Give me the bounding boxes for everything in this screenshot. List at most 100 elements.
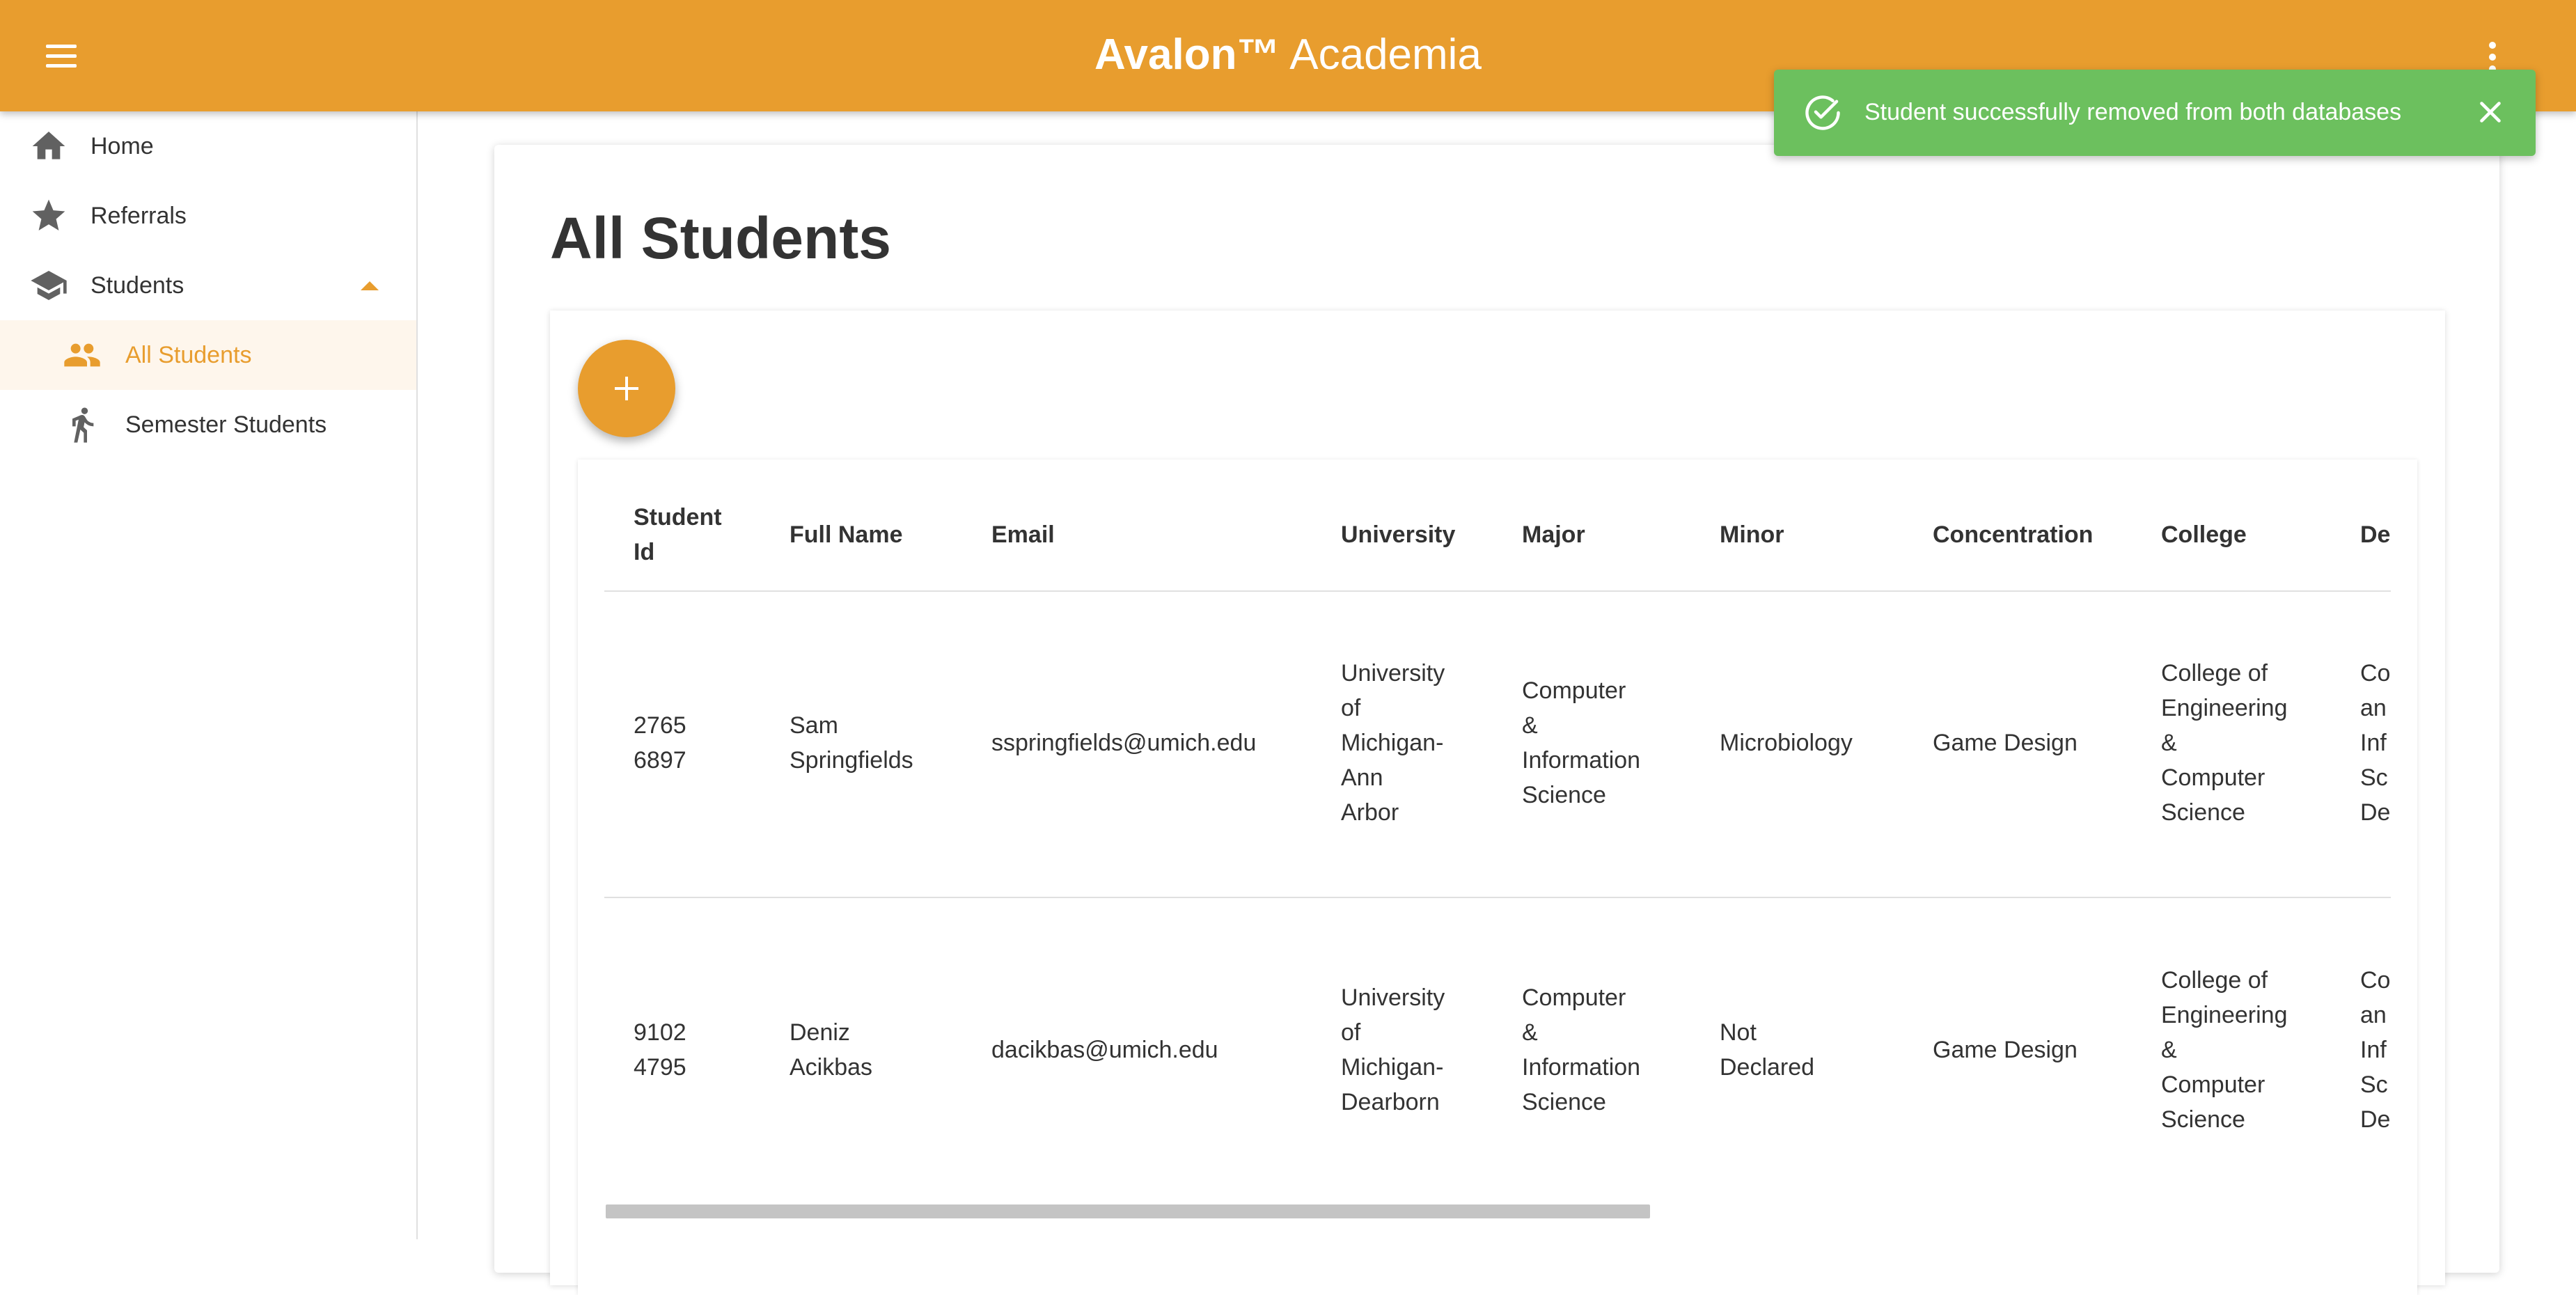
column-header-minor[interactable]: Minor [1720,517,1784,552]
cell-text: 4795 [634,1054,686,1081]
cell-minor: Not Declared [1720,1015,1814,1085]
cell-text: De [2360,799,2391,826]
cell-text: College of [2161,967,2268,994]
check-circle-icon [1805,95,1840,130]
cell-text: an [2360,695,2387,721]
cell-text: Co [2360,967,2391,994]
sidebar-item-label: Referrals [91,202,187,229]
toast-message: Student successfully removed from both d… [1864,99,2402,125]
cell-minor: Microbiology [1720,725,1853,760]
sidebar-item-label: Semester Students [125,411,327,438]
add-student-button[interactable] [578,340,675,437]
column-header-college[interactable]: College [2161,517,2247,552]
cell-text: Sc [2360,764,2388,791]
cell-full-name: Sam Springfields [790,708,913,778]
chevron-up-icon[interactable] [361,281,379,290]
cell-text: Engineering [2161,1002,2288,1028]
divider [604,590,2391,592]
cell-text: Information [1522,747,1641,774]
cell-text: & [1522,1019,1538,1046]
cell-text: & [1522,712,1538,739]
cell-text: & [2161,730,2177,756]
cell-text: Science [2161,799,2245,826]
sidebar: Home Referrals Students All Students Sem… [0,111,418,1239]
column-header-student-id[interactable]: Student Id [634,500,722,570]
column-header-university[interactable]: University [1341,517,1455,552]
cell-text: Michigan- [1341,1054,1444,1081]
cell-text: Science [2161,1106,2245,1133]
cell-text: 2765 [634,712,686,739]
sidebar-item-referrals[interactable]: Referrals [0,181,416,251]
cell-department: Co an Inf Sc De [2360,656,2390,830]
sidebar-item-students[interactable]: Students [0,251,416,320]
cell-major: Computer & Information Science [1522,980,1640,1120]
cell-text: Science [1522,1089,1606,1115]
cell-text: De [2360,1106,2391,1133]
sidebar-item-all-students[interactable]: All Students [0,320,416,390]
sidebar-item-semester-students[interactable]: Semester Students [0,390,416,460]
cell-concentration: Game Design [1933,730,2078,756]
star-icon [32,199,65,230]
cell-text: Computer [2161,1072,2265,1098]
cell-text: Microbiology [1720,730,1853,756]
column-header-major[interactable]: Major [1522,517,1585,552]
cell-text: Co [2360,660,2391,686]
sidebar-item-home[interactable]: Home [0,111,416,181]
sidebar-item-label: Students [91,272,184,299]
home-icon [32,132,65,159]
cell-text: & [2161,1037,2177,1063]
cell-text: of [1341,695,1361,721]
brand-suffix: Academia [1280,31,1482,79]
column-header-email[interactable]: Email [991,517,1055,552]
cell-text: Sam [790,712,838,739]
cell-text: Dearborn [1341,1089,1440,1115]
cell-college: College of Engineering & Computer Scienc… [2161,656,2287,830]
divider [604,897,2391,898]
header-text: Id [634,539,655,565]
cell-text: Deniz [790,1019,850,1046]
cell-text: Computer [1522,677,1626,704]
column-header-full-name[interactable]: Full Name [790,517,902,552]
cell-text: Inf [2360,1037,2387,1063]
cell-text: Acikbas [790,1054,873,1081]
cell-text: 9102 [634,1019,686,1046]
header-text: Student [634,504,722,531]
cell-text: Springfields [790,747,913,774]
cell-text: Inf [2360,730,2387,756]
cell-text: University [1341,984,1445,1011]
column-header-concentration[interactable]: Concentration [1933,517,2093,552]
cell-text: Information [1522,1054,1641,1081]
column-header-department[interactable]: De [2360,517,2390,552]
cell-text: Ann [1341,764,1383,791]
success-toast: Student successfully removed from both d… [1774,70,2536,156]
plus-icon-stroke [625,377,628,400]
sidebar-item-label: All Students [125,341,252,368]
students-table: Student Id Full Name Email University Ma… [604,487,2391,1191]
cell-text: Computer [2161,764,2265,791]
horizontal-scrollbar[interactable] [606,1204,1650,1218]
cell-text: Computer [1522,984,1626,1011]
cell-university: University of Michigan- Dearborn [1341,980,1445,1120]
cell-text: College of [2161,660,2268,686]
cell-text: Arbor [1341,799,1399,826]
cell-major: Computer & Information Science [1522,673,1640,813]
close-icon[interactable] [2473,95,2508,130]
cell-text: Not [1720,1019,1757,1046]
people-icon [64,343,100,367]
cell-concentration: Game Design [1933,1037,2078,1063]
brand-name: Avalon™ [1094,31,1280,79]
cell-text: 6897 [634,747,686,774]
cell-student-id: 2765 6897 [634,708,686,778]
cell-text: Engineering [2161,695,2288,721]
cell-text: Sc [2360,1072,2388,1098]
cell-text: of [1341,1019,1361,1046]
sidebar-item-label: Home [91,132,154,159]
cell-text: Declared [1720,1054,1815,1081]
cell-full-name: Deniz Acikbas [790,1015,872,1085]
cell-department: Co an Inf Sc De [2360,963,2390,1137]
page-title: All Students [550,205,892,271]
cell-student-id: 9102 4795 [634,1015,686,1085]
cell-text: an [2360,1002,2387,1028]
cell-email: dacikbas@umich.edu [991,1037,1218,1063]
cell-university: University of Michigan- Ann Arbor [1341,656,1445,830]
